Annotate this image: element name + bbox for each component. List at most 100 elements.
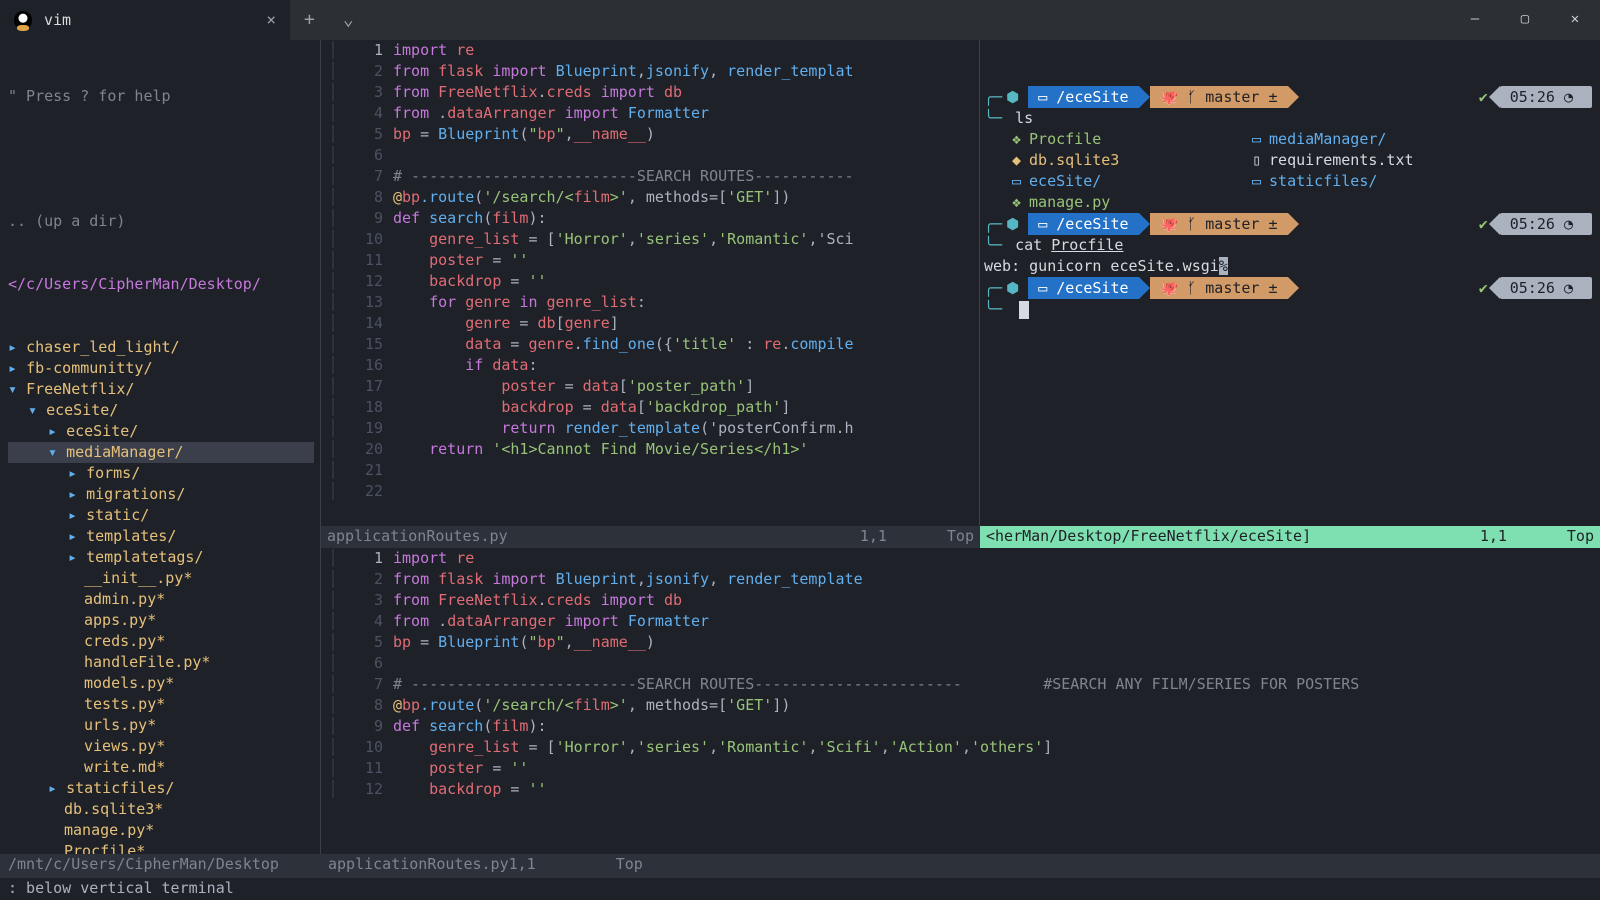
status-scroll: Top — [947, 526, 974, 548]
fold-column: ││││││││││││ — [321, 548, 345, 854]
terminal-cursor — [1019, 301, 1029, 319]
status-pos: 1,1 — [860, 526, 887, 548]
prompt-time: 05:26 — [1500, 86, 1592, 108]
ls-output: ❖ Procfile ▭ mediaManager/ ◆ db.sqlite3 ▯ requi… — [984, 129, 1592, 213]
prompt-hook-icon: ╭─ — [984, 214, 1002, 235]
prompt-git-segment: 🐙 ᚶ master ± — [1150, 213, 1288, 235]
prompt-hook-icon: ╭─ — [984, 278, 1002, 299]
tree-folder[interactable]: forms/ — [8, 463, 314, 484]
term-status-path: <herMan/Desktop/FreeNetflix/eceSite] — [986, 526, 1311, 548]
term-status-scroll: Top — [1567, 526, 1594, 548]
tree-up-dir[interactable]: .. (up a dir) — [8, 211, 314, 232]
window-titlebar: vim × + ⌄ — ▢ ✕ — [0, 0, 1600, 40]
prompt-path-segment: ▭ /eceSite — [1028, 213, 1138, 235]
tree-folder[interactable]: FreeNetflix/ — [8, 379, 314, 400]
file-icon: ❖ — [1012, 130, 1021, 148]
tree-folder[interactable]: migrations/ — [8, 484, 314, 505]
terminal-prompt: ╭─⬢ ▭ /eceSite🐙 ᚶ master ±✔05:26 — [984, 86, 1592, 108]
ls-entry: staticfiles/ — [1269, 172, 1377, 190]
editor-pane-top[interactable]: ││││││││││││││││││││││ 12345678910111213… — [321, 40, 980, 526]
statusbar-bottom: /mnt/c/Users/CipherMan/Desktop applicati… — [0, 854, 1600, 878]
close-window-button[interactable]: ✕ — [1550, 10, 1600, 30]
terminal-input-line[interactable]: ╰─ cat Procfile — [984, 235, 1592, 256]
file-icon: ◆ — [1012, 151, 1021, 169]
tree-file[interactable]: Procfile* — [8, 841, 314, 854]
ls-entry: manage.py — [1029, 193, 1110, 211]
window-buttons: — ▢ ✕ — [1450, 10, 1600, 30]
tree-folder[interactable]: mediaManager/ — [8, 442, 314, 463]
file-tree[interactable]: " Press ? for help .. (up a dir) </c/Use… — [0, 40, 320, 854]
terminal-tab[interactable]: vim × — [0, 0, 290, 40]
tree-file[interactable]: db.sqlite3* — [8, 799, 314, 820]
tree-folder[interactable]: fb-communitty/ — [8, 358, 314, 379]
tree-folder[interactable]: templates/ — [8, 526, 314, 547]
new-tab-button[interactable]: + — [290, 7, 329, 32]
prompt-hook-icon: ╭─ — [984, 87, 1002, 108]
tree-folder[interactable]: staticfiles/ — [8, 778, 314, 799]
tree-file[interactable]: admin.py* — [8, 589, 314, 610]
terminal-input-line[interactable]: ╰─ — [984, 299, 1592, 320]
ls-entry: db.sqlite3 — [1029, 151, 1119, 169]
tab-title: vim — [44, 10, 71, 31]
tree-folder[interactable]: chaser_led_light/ — [8, 337, 314, 358]
file-icon: ▯ — [1252, 151, 1261, 169]
prompt-path-segment: ▭ /eceSite — [1028, 86, 1138, 108]
terminal-input-line[interactable]: ╰─ ls — [984, 108, 1592, 129]
ls-entry: Procfile — [1029, 130, 1101, 148]
tree-file[interactable]: write.md* — [8, 757, 314, 778]
maximize-button[interactable]: ▢ — [1500, 10, 1550, 30]
tree-file[interactable]: models.py* — [8, 673, 314, 694]
status-filename: applicationRoutes.py — [327, 526, 508, 548]
prompt-path-segment: ▭ /eceSite — [1028, 277, 1138, 299]
terminal-pane[interactable]: ╭─⬢ ▭ /eceSite🐙 ᚶ master ±✔05:26 ╰─ ls❖P… — [980, 40, 1600, 526]
status-filename-bottom: applicationRoutes.py — [328, 854, 509, 878]
ls-entry: mediaManager/ — [1269, 130, 1386, 148]
editor-pane-bottom[interactable]: ││││││││││││ 123456789101112 import refr… — [321, 548, 1600, 854]
prompt-time: 05:26 — [1500, 277, 1592, 299]
code-area-bottom[interactable]: import refrom flask import Blueprint,jso… — [393, 548, 1600, 854]
ls-entry: requirements.txt — [1269, 151, 1414, 169]
term-status-pos: 1,1 — [1480, 526, 1507, 548]
fold-column: ││││││││││││││││││││││ — [321, 40, 345, 526]
prompt-git-segment: 🐙 ᚶ master ± — [1150, 86, 1288, 108]
status-ok-icon: ✔ — [1479, 214, 1488, 235]
tree-file[interactable]: views.py* — [8, 736, 314, 757]
cat-output: web: gunicorn eceSite.wsgi% — [984, 256, 1592, 277]
tree-file[interactable]: apps.py* — [8, 610, 314, 631]
tree-help-hint: " Press ? for help — [8, 86, 314, 107]
status-pos-bottom: 1,1 — [509, 854, 536, 878]
prompt-git-segment: 🐙 ᚶ master ± — [1150, 277, 1288, 299]
vim-command-line[interactable]: : below vertical terminal — [0, 878, 1600, 900]
ls-entry: eceSite/ — [1029, 172, 1101, 190]
tree-file[interactable]: tests.py* — [8, 694, 314, 715]
tux-icon — [14, 11, 32, 29]
line-numbers: 12345678910111213141516171819202122 — [345, 40, 393, 526]
tree-file[interactable]: __init__.py* — [8, 568, 314, 589]
tree-file[interactable]: creds.py* — [8, 631, 314, 652]
minimize-button[interactable]: — — [1450, 10, 1500, 30]
statusbar-editor-top: applicationRoutes.py 1,1 Top — [321, 526, 980, 548]
tree-folder[interactable]: static/ — [8, 505, 314, 526]
line-numbers: 123456789101112 — [345, 548, 393, 854]
tab-dropdown-icon[interactable]: ⌄ — [329, 7, 368, 32]
terminal-prompt: ╭─⬢ ▭ /eceSite🐙 ᚶ master ±✔05:26 — [984, 213, 1592, 235]
tree-root[interactable]: </c/Users/CipherMan/Desktop/ — [8, 274, 314, 295]
statusbar-terminal: <herMan/Desktop/FreeNetflix/eceSite] 1,1… — [980, 526, 1600, 548]
file-icon: ▭ — [1252, 172, 1261, 190]
tree-file[interactable]: urls.py* — [8, 715, 314, 736]
tree-folder[interactable]: templatetags/ — [8, 547, 314, 568]
status-scroll-bottom: Top — [616, 854, 643, 878]
tab-close-icon[interactable]: × — [266, 9, 276, 31]
tree-folder[interactable]: eceSite/ — [8, 400, 314, 421]
status-ok-icon: ✔ — [1479, 278, 1488, 299]
tree-folder[interactable]: eceSite/ — [8, 421, 314, 442]
tree-file[interactable]: handleFile.py* — [8, 652, 314, 673]
terminal-prompt: ╭─⬢ ▭ /eceSite🐙 ᚶ master ±✔05:26 — [984, 277, 1592, 299]
file-icon: ❖ — [1012, 193, 1021, 211]
code-area-top[interactable]: import refrom flask import Blueprint,jso… — [393, 40, 979, 526]
file-icon: ▭ — [1252, 130, 1261, 148]
prompt-time: 05:26 — [1500, 213, 1592, 235]
status-ok-icon: ✔ — [1479, 87, 1488, 108]
tree-file[interactable]: manage.py* — [8, 820, 314, 841]
file-icon: ▭ — [1012, 172, 1021, 190]
